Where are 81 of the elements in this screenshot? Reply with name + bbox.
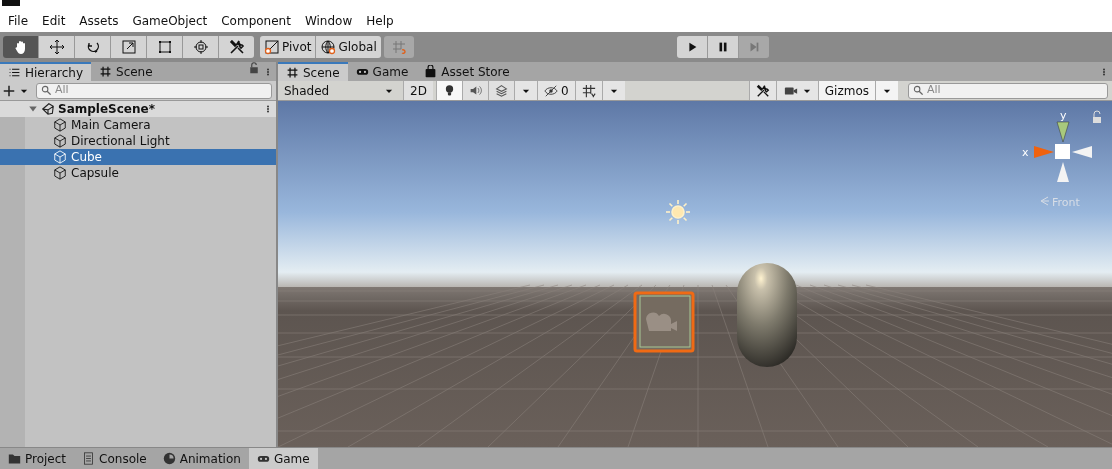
tool-button[interactable] bbox=[147, 36, 182, 58]
cube-icon bbox=[53, 150, 67, 164]
play-button[interactable] bbox=[677, 36, 707, 58]
cube-drawing bbox=[633, 291, 695, 353]
axis-label: x bbox=[1022, 146, 1029, 159]
tool-button[interactable] bbox=[183, 36, 218, 58]
menu-item[interactable]: Edit bbox=[36, 10, 72, 32]
panel-tab[interactable]: Project bbox=[0, 448, 75, 469]
camera-menu-button[interactable] bbox=[775, 81, 818, 100]
menu-item[interactable]: Window bbox=[298, 10, 359, 32]
axis-gizmo-drawing bbox=[1034, 121, 1092, 182]
menu-item[interactable]: File bbox=[2, 10, 35, 32]
global-toggle[interactable]: Global bbox=[316, 36, 381, 58]
grid-toggle[interactable] bbox=[574, 81, 602, 100]
panel-tab[interactable]: Scene bbox=[278, 62, 348, 81]
search-icon bbox=[41, 84, 52, 96]
tool-button[interactable] bbox=[75, 36, 110, 58]
menu-item[interactable]: Assets bbox=[73, 10, 125, 32]
hidden-objects-toggle[interactable]: 0 bbox=[536, 81, 575, 100]
scale-icon bbox=[120, 39, 137, 55]
panel-tab[interactable]: Game bbox=[347, 62, 417, 81]
lock-icon bbox=[248, 62, 260, 74]
tool-button[interactable] bbox=[39, 36, 74, 58]
more-options-icon bbox=[266, 103, 270, 115]
shopping-bag-icon bbox=[424, 65, 438, 78]
effects-menu-button[interactable] bbox=[513, 81, 537, 100]
arrow-icon bbox=[1040, 196, 1050, 206]
grid-icon bbox=[581, 83, 596, 98]
transform-icon bbox=[192, 39, 209, 55]
gizmos-button[interactable]: Gizmos bbox=[817, 81, 875, 100]
menu-item[interactable]: GameObject bbox=[126, 10, 214, 32]
tools-button[interactable] bbox=[748, 81, 776, 100]
gizmos-menu-button[interactable] bbox=[875, 81, 898, 100]
grid-icon bbox=[286, 66, 299, 79]
plus-icon bbox=[3, 84, 15, 97]
hierarchy-item[interactable]: Cube bbox=[0, 149, 276, 165]
document-lines-icon bbox=[82, 452, 96, 465]
scene-toggle-button[interactable] bbox=[435, 81, 462, 100]
grid-snap-icon bbox=[390, 39, 407, 55]
tool-button[interactable] bbox=[219, 36, 254, 58]
hierarchy-item[interactable]: Directional Light bbox=[0, 133, 276, 149]
menu-item[interactable]: Component bbox=[215, 10, 297, 32]
panel-tab[interactable]: Animation bbox=[154, 448, 249, 469]
mode-2d-toggle[interactable]: 2D bbox=[403, 81, 433, 100]
grid-icon bbox=[99, 65, 112, 78]
folder-icon bbox=[8, 452, 21, 465]
scene-toggle-button[interactable] bbox=[487, 81, 514, 100]
scene-row[interactable]: SampleScene* bbox=[0, 101, 276, 117]
lock-icon bbox=[1093, 110, 1101, 123]
move-arrows-icon bbox=[48, 39, 65, 55]
hierarchy-item[interactable]: Capsule bbox=[0, 165, 276, 181]
clock-icon bbox=[162, 452, 176, 465]
globe-icon bbox=[320, 39, 337, 55]
pivot-icon bbox=[264, 39, 280, 55]
panel-tab[interactable]: Scene bbox=[91, 62, 161, 81]
tools-icon bbox=[755, 83, 770, 98]
cube-icon bbox=[53, 118, 67, 132]
pause-button[interactable] bbox=[708, 36, 738, 58]
cube-icon bbox=[53, 134, 67, 148]
tools-icon bbox=[228, 39, 245, 55]
rect-tool-icon bbox=[156, 39, 173, 55]
hierarchy-item[interactable]: Main Camera bbox=[0, 117, 276, 133]
panel-tab[interactable]: Hierarchy bbox=[0, 62, 91, 81]
search-field[interactable]: All bbox=[908, 82, 1108, 99]
layers-icon bbox=[494, 84, 508, 97]
hidden-eye-icon bbox=[543, 83, 558, 98]
app-icon bbox=[2, 0, 20, 6]
sun-icon bbox=[665, 199, 691, 225]
tool-button[interactable] bbox=[3, 36, 38, 58]
pivot-toggle[interactable]: Pivot bbox=[260, 36, 316, 58]
unity-scene-icon bbox=[41, 102, 55, 116]
panel-tab[interactable]: Game bbox=[248, 448, 318, 469]
axis-label: y bbox=[1060, 109, 1067, 122]
search-icon bbox=[913, 84, 924, 96]
menu-item[interactable]: Help bbox=[360, 10, 400, 32]
speaker-icon bbox=[468, 84, 482, 97]
cube-icon bbox=[53, 166, 67, 180]
search-field[interactable]: All bbox=[36, 82, 272, 99]
panel-tab[interactable]: Console bbox=[74, 448, 155, 469]
scene-toggle-button[interactable] bbox=[461, 81, 488, 100]
panel-tab[interactable]: Asset Store bbox=[416, 62, 518, 81]
